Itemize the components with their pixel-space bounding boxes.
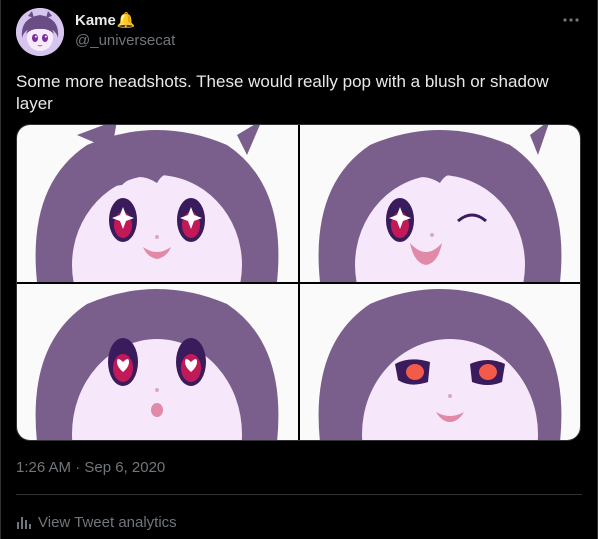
tweet-card: Kame🔔 @_universecat Some more headshots.…	[0, 0, 598, 539]
avatar-image	[16, 8, 64, 56]
bar-chart-icon	[17, 517, 31, 529]
more-icon[interactable]	[561, 10, 581, 30]
user-handle[interactable]: @_universecat	[75, 32, 175, 49]
tweet-text: Some more headshots. These would really …	[16, 72, 549, 113]
bell-emoji: 🔔	[116, 12, 136, 29]
tweet-timestamp[interactable]: 1:26 AM · Sep 6, 2020	[16, 459, 165, 476]
ellipsis-icon	[563, 18, 579, 22]
avatar[interactable]	[16, 8, 64, 56]
display-name-text: Kame	[75, 12, 116, 29]
headshot-image-3[interactable]	[17, 284, 298, 440]
display-name[interactable]: Kame🔔	[75, 11, 136, 29]
headshot-image-1[interactable]	[17, 125, 298, 282]
headshot-image-4[interactable]	[300, 284, 580, 440]
media-grid	[16, 124, 581, 441]
analytics-label: View Tweet analytics	[38, 513, 177, 531]
divider	[16, 494, 582, 495]
view-analytics-link[interactable]: View Tweet analytics	[16, 512, 177, 532]
headshot-image-2[interactable]	[300, 125, 580, 282]
